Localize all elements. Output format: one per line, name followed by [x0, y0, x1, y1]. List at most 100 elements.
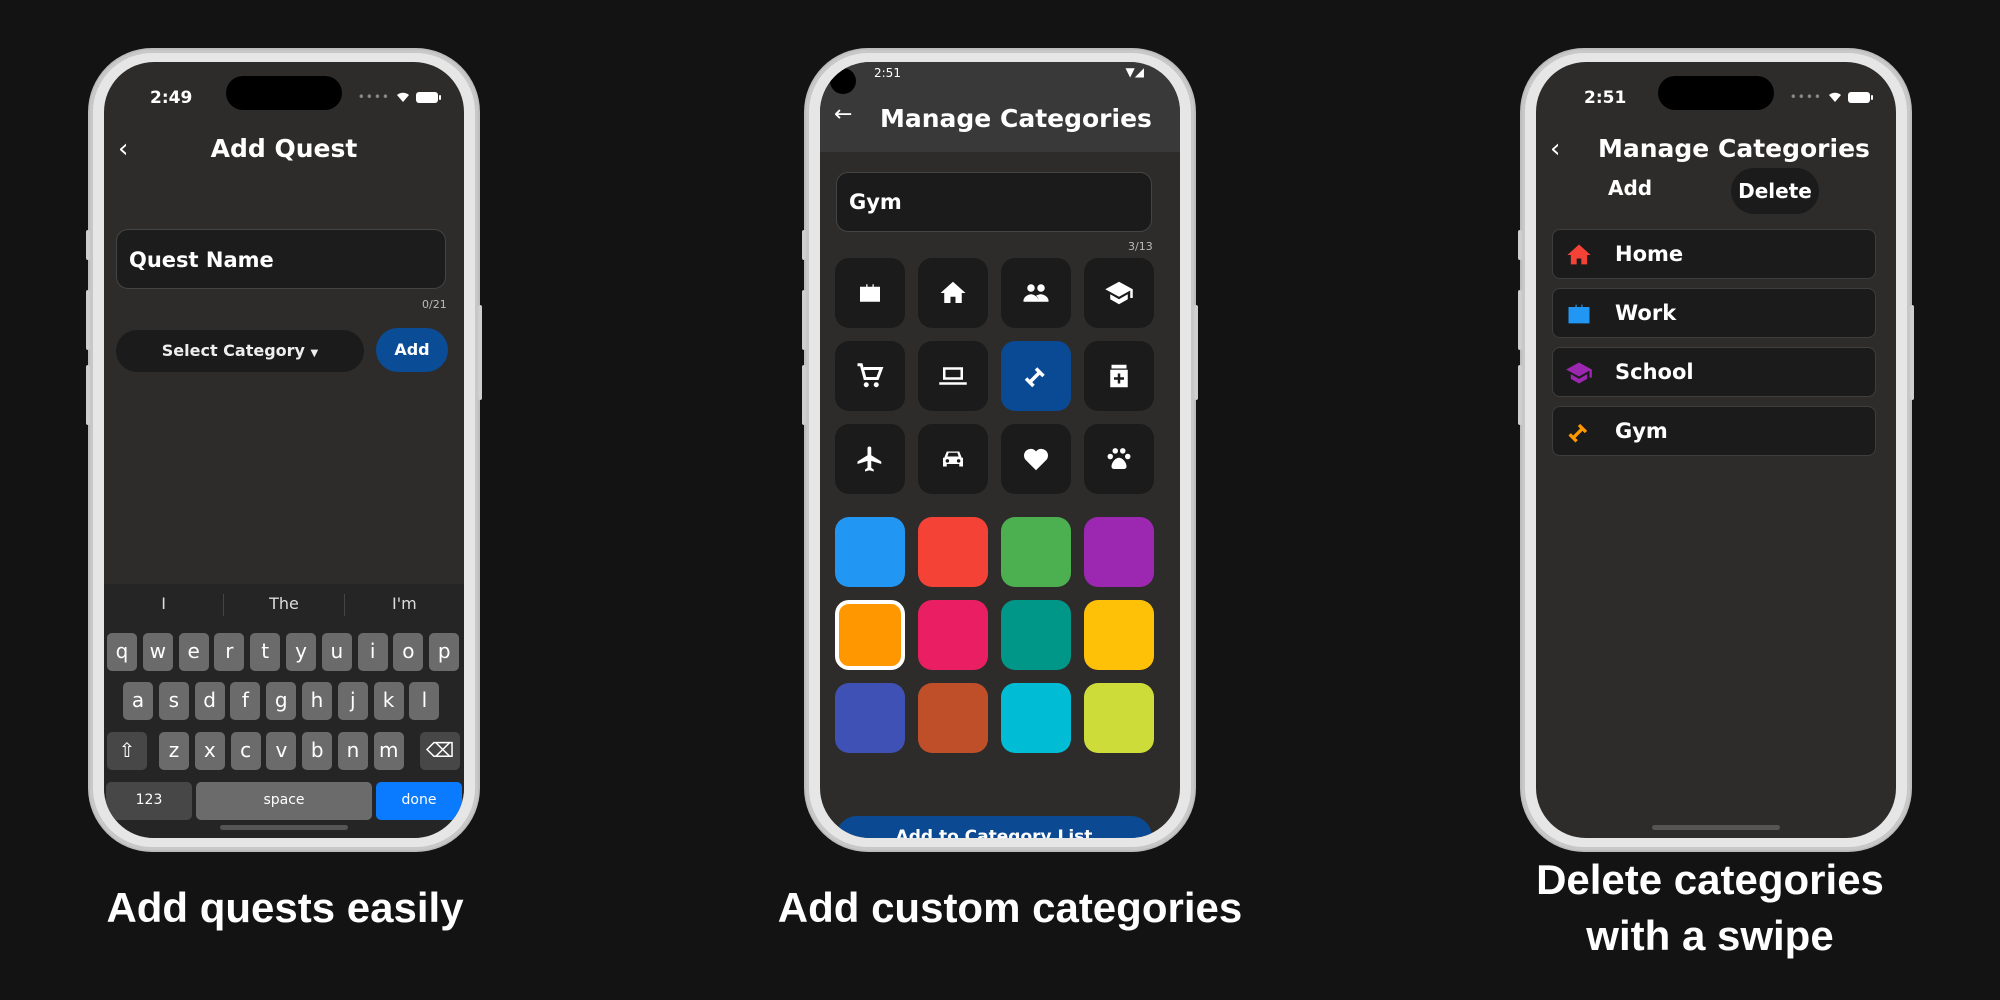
- wifi-icon: [1829, 92, 1841, 102]
- briefcase-icon[interactable]: [835, 258, 905, 328]
- mute-switch: [802, 230, 806, 260]
- category-name-input[interactable]: Gym: [836, 172, 1152, 232]
- laptop-icon[interactable]: [918, 341, 988, 411]
- screen: 2:51 •••• ‹ Manage Categories Add Delete…: [1536, 62, 1896, 838]
- color-swatch[interactable]: [1084, 600, 1154, 670]
- key-j[interactable]: j: [337, 682, 368, 720]
- key-g[interactable]: g: [266, 682, 297, 720]
- color-swatch[interactable]: [1001, 600, 1071, 670]
- select-category-dropdown[interactable]: Select Category ▼: [116, 330, 364, 372]
- key-o[interactable]: o: [393, 633, 424, 671]
- heart-icon[interactable]: [1001, 424, 1071, 494]
- key-d[interactable]: d: [194, 682, 225, 720]
- shift-key[interactable]: ⇧: [107, 732, 147, 770]
- category-row-gym[interactable]: Gym: [1552, 406, 1876, 456]
- category-row-home[interactable]: Home: [1552, 229, 1876, 279]
- key-b[interactable]: b: [302, 732, 333, 770]
- caption-delete-categories-line2: with a swipe: [1586, 912, 1834, 959]
- power-button: [1194, 305, 1198, 400]
- key-t[interactable]: t: [250, 633, 281, 671]
- page-title: Manage Categories: [880, 104, 1152, 133]
- suggestion-item[interactable]: I'm: [345, 594, 464, 616]
- key-e[interactable]: e: [178, 633, 209, 671]
- suggestion-item[interactable]: The: [224, 594, 343, 616]
- key-w[interactable]: w: [142, 633, 173, 671]
- key-u[interactable]: u: [321, 633, 352, 671]
- key-x[interactable]: x: [194, 732, 225, 770]
- car-icon[interactable]: [918, 424, 988, 494]
- category-label: Work: [1615, 301, 1677, 325]
- color-swatch[interactable]: [1084, 683, 1154, 753]
- screen: 2:49 •••• ‹ Add Quest Quest Name 0/21 Se…: [104, 62, 464, 838]
- key-k[interactable]: k: [373, 682, 404, 720]
- color-swatch[interactable]: [835, 683, 905, 753]
- tab-add[interactable]: Add: [1608, 176, 1652, 200]
- color-swatch[interactable]: [1001, 517, 1071, 587]
- color-swatch[interactable]: [918, 600, 988, 670]
- key-z[interactable]: z: [159, 732, 189, 770]
- category-label: Gym: [1615, 419, 1668, 443]
- color-swatch[interactable]: [835, 517, 905, 587]
- medicine-icon[interactable]: [1084, 341, 1154, 411]
- dumbbell-icon[interactable]: [1001, 341, 1071, 411]
- key-i[interactable]: i: [357, 633, 388, 671]
- key-p[interactable]: p: [429, 633, 460, 671]
- battery-icon: [1848, 91, 1873, 103]
- key-m[interactable]: m: [373, 732, 404, 770]
- tab-delete[interactable]: Delete: [1731, 168, 1819, 214]
- key-row-1: qwertyuiop: [104, 633, 464, 673]
- volume-up-button: [1518, 290, 1522, 350]
- key-q[interactable]: q: [107, 633, 137, 671]
- color-swatch[interactable]: [918, 683, 988, 753]
- power-button: [1910, 305, 1914, 400]
- dynamic-island: [226, 76, 342, 110]
- paw-icon[interactable]: [1084, 424, 1154, 494]
- key-a[interactable]: a: [123, 682, 153, 720]
- mute-switch: [1518, 230, 1522, 260]
- key-c[interactable]: c: [230, 732, 261, 770]
- people-icon[interactable]: [1001, 258, 1071, 328]
- dumbbell-icon: [1568, 423, 1588, 443]
- back-button[interactable]: ‹: [1550, 134, 1560, 164]
- dynamic-island: [1658, 76, 1774, 110]
- color-swatch[interactable]: [1084, 517, 1154, 587]
- cart-icon[interactable]: [835, 341, 905, 411]
- school-icon[interactable]: [1084, 258, 1154, 328]
- volume-up-button: [86, 290, 90, 350]
- suggestion-item[interactable]: I: [104, 594, 223, 616]
- screen: 2:51 ▼◢ ← Manage Categories Gym 3/13 Add…: [820, 62, 1180, 838]
- key-h[interactable]: h: [302, 682, 332, 720]
- key-l[interactable]: l: [409, 682, 440, 720]
- battery-icon: [416, 91, 441, 103]
- key-y[interactable]: y: [286, 633, 316, 671]
- key-r[interactable]: r: [214, 633, 245, 671]
- key-f[interactable]: f: [230, 682, 261, 720]
- caption-add-categories: Add custom categories: [777, 884, 1243, 931]
- key-v[interactable]: v: [266, 732, 297, 770]
- back-arrow-icon[interactable]: ←: [834, 102, 852, 127]
- category-row-work[interactable]: Work: [1552, 288, 1876, 338]
- add-button[interactable]: Add: [376, 328, 448, 372]
- caret-down-icon: ▼: [310, 348, 319, 359]
- home-icon[interactable]: [918, 258, 988, 328]
- done-key[interactable]: done: [376, 782, 462, 820]
- phone-manage-categories-delete: 2:51 •••• ‹ Manage Categories Add Delete…: [1518, 50, 1914, 850]
- key-row-4: 123 space done: [104, 782, 464, 822]
- color-swatch[interactable]: [1001, 683, 1071, 753]
- color-swatch[interactable]: [835, 600, 905, 670]
- select-category-label: Select Category: [161, 341, 305, 360]
- airplane-icon[interactable]: [835, 424, 905, 494]
- volume-down-button: [1518, 365, 1522, 425]
- keyboard: I The I'm qwertyuiop asdfghjkl ⇧ ⌫ zxcvb…: [104, 584, 464, 838]
- key-s[interactable]: s: [158, 682, 189, 720]
- numbers-key[interactable]: 123: [106, 782, 192, 820]
- quest-name-input[interactable]: Quest Name: [116, 229, 446, 289]
- backspace-key[interactable]: ⌫: [420, 732, 460, 770]
- add-to-category-list-button[interactable]: Add to Category List: [836, 816, 1152, 838]
- status-icons: ▼◢: [1125, 65, 1144, 79]
- camera-cutout: [830, 68, 856, 94]
- space-key[interactable]: space: [196, 782, 372, 820]
- category-row-school[interactable]: School: [1552, 347, 1876, 397]
- key-n[interactable]: n: [338, 732, 368, 770]
- color-swatch[interactable]: [918, 517, 988, 587]
